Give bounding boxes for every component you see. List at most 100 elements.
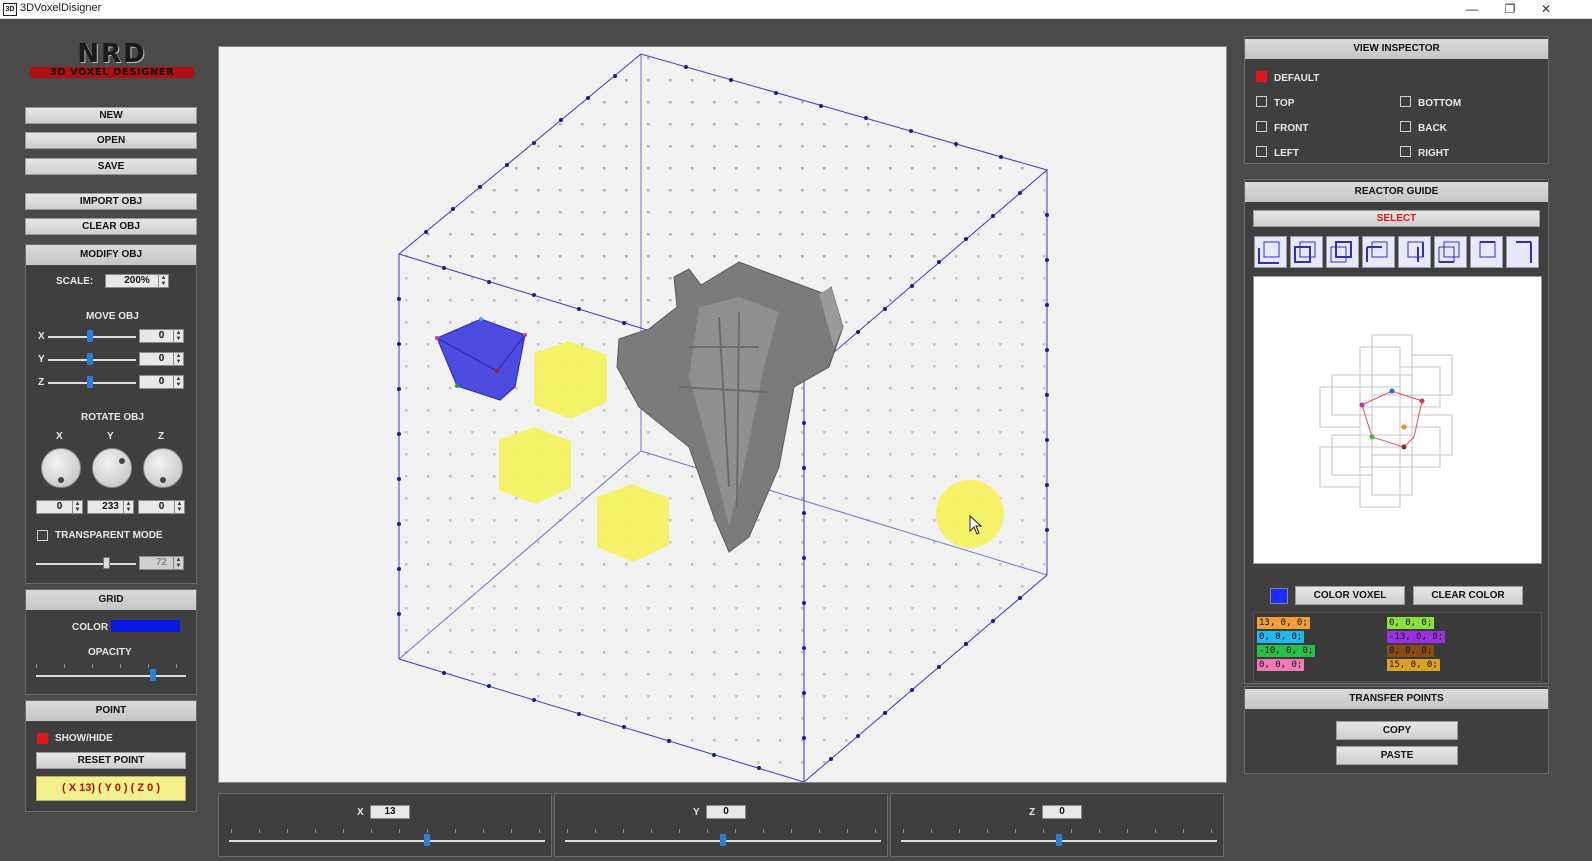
paste-button[interactable]: PASTE [1336,746,1458,765]
face-icon[interactable] [1506,236,1539,268]
move-x-value: 0 [158,330,165,341]
x-axis-thumb[interactable] [424,834,430,846]
y-axis-value[interactable]: 0 [706,805,746,819]
select-button[interactable]: SELECT [1253,210,1540,227]
grid-opacity-label: OPACITY [88,647,132,658]
show-hide-label: SHOW/HIDE [55,733,113,744]
face-icon[interactable] [1362,236,1395,268]
point-panel: POINT SHOW/HIDE RESET POINT ( X 13) ( Y … [25,700,197,812]
spin-arrows-icon[interactable]: ▲ ▼ [72,501,82,513]
spin-arrows-icon[interactable]: ▲ ▼ [173,330,183,342]
face-icon[interactable] [1398,236,1431,268]
coordinate-entry: 0, 0, 0; [1387,617,1435,629]
rotate-y-spinbox[interactable]: 233 ▲ ▼ [87,500,134,514]
rotate-z-value: 0 [158,501,165,512]
view-left-checkbox[interactable] [1256,146,1267,157]
spin-arrows-icon[interactable]: ▲ ▼ [173,557,183,569]
rotate-y-dial[interactable] [92,448,132,488]
view-bottom-label: BOTTOM [1418,98,1462,109]
clear-color-button[interactable]: CLEAR COLOR [1413,586,1523,605]
modify-obj-header[interactable]: MODIFY OBJ [26,245,196,265]
face-icon[interactable] [1290,236,1323,268]
minimize-button[interactable]: — [1454,0,1490,18]
face-icon[interactable] [1470,236,1503,268]
z-axis-ticks [903,829,1213,833]
voxel-grid-canvas[interactable] [219,47,1226,782]
3d-viewport[interactable] [218,46,1227,783]
grid-color-label: COLOR [72,622,109,633]
x-axis-label: X [357,807,364,818]
close-button[interactable]: ✕ [1528,0,1564,18]
move-x-thumb[interactable] [87,330,93,342]
rotate-z-spinbox[interactable]: 0 ▲ ▼ [138,500,185,514]
transparent-mode-checkbox[interactable] [37,530,48,541]
move-z-thumb[interactable] [87,376,93,388]
open-button[interactable]: OPEN [25,132,197,149]
view-back-label: BACK [1418,123,1447,134]
voxel-color-swatch[interactable] [1270,588,1288,604]
spin-arrows-icon[interactable]: ▲ ▼ [174,501,184,513]
cube-face-toolbar [1254,236,1544,268]
app-icon: 3D [3,3,17,16]
view-front-label: FRONT [1274,123,1309,134]
face-icon[interactable] [1254,236,1287,268]
move-z-value: 0 [158,376,165,387]
grid-color-swatch[interactable] [111,620,180,632]
app-area: NRD 3D VOXEL DESIGNER NEW OPEN SAVE IMPO… [0,19,1592,861]
spin-arrows-icon[interactable]: ▲ ▼ [173,376,183,388]
restore-button[interactable]: ❐ [1492,0,1528,18]
x-axis-panel: X 13 [218,793,552,857]
y-axis-thumb[interactable] [720,834,726,846]
logo-subtitle: 3D VOXEL DESIGNER [30,67,194,78]
color-voxel-button[interactable]: COLOR VOXEL [1295,586,1405,605]
rotate-x-value: 0 [56,501,63,512]
grid-opacity-thumb[interactable] [150,669,156,681]
reset-point-button[interactable]: RESET POINT [36,752,186,769]
new-button[interactable]: NEW [25,107,197,124]
import-obj-button[interactable]: IMPORT OBJ [25,193,197,210]
view-bottom-checkbox[interactable] [1400,96,1411,107]
view-front-checkbox[interactable] [1256,121,1267,132]
face-icon[interactable] [1326,236,1359,268]
point-y: ( Y 0 ) [98,782,128,794]
transparency-spinbox[interactable]: 72 ▲ ▼ [139,556,184,570]
x-axis-slider[interactable] [229,840,545,842]
clear-obj-button[interactable]: CLEAR OBJ [25,218,197,235]
rotate-z-dial[interactable] [143,448,183,488]
z-axis-thumb[interactable] [1056,834,1062,846]
move-x-spinbox[interactable]: 0 ▲ ▼ [139,329,184,343]
view-right-checkbox[interactable] [1400,146,1411,157]
move-z-spinbox[interactable]: 0 ▲ ▼ [139,375,184,389]
modify-obj-panel: MODIFY OBJ SCALE: 200% ▲ ▼ MOVE OBJ X 0 ▲ ▼ … [25,244,197,584]
view-top-checkbox[interactable] [1256,96,1267,107]
reactor-preview[interactable] [1253,276,1542,564]
rotate-y-label: Y [107,431,114,442]
spin-arrows-icon[interactable]: ▲ ▼ [123,501,133,513]
show-hide-checkbox[interactable] [37,733,48,744]
rotate-x-dial[interactable] [41,448,81,488]
spin-arrows-icon[interactable]: ▲ ▼ [173,353,183,365]
transparency-thumb[interactable] [103,557,110,569]
view-inspector-panel: VIEW INSPECTOR DEFAULT TOP BOTTOM FRONT … [1244,36,1549,164]
move-y-spinbox[interactable]: 0 ▲ ▼ [139,352,184,366]
view-default-label: DEFAULT [1274,73,1320,84]
z-axis-value[interactable]: 0 [1042,805,1082,819]
x-axis-value[interactable]: 13 [370,805,410,819]
move-z-label: Z [38,377,45,388]
opacity-ticks [36,664,186,668]
transparency-slider[interactable] [36,563,136,565]
view-back-checkbox[interactable] [1400,121,1411,132]
move-y-thumb[interactable] [87,353,93,365]
copy-button[interactable]: COPY [1336,721,1458,740]
voxel-neighborhood-preview [1319,334,1453,508]
save-button[interactable]: SAVE [25,158,197,175]
view-default-checkbox[interactable] [1256,71,1267,82]
rotate-obj-label: ROTATE OBJ [81,412,144,423]
transfer-points-panel: TRANSFER POINTS COPY PASTE [1244,686,1549,774]
scale-spinbox[interactable]: 200% ▲ ▼ [105,274,169,288]
face-icon[interactable] [1434,236,1467,268]
z-axis-label: Z [1029,807,1036,818]
spin-arrows-icon[interactable]: ▲ ▼ [158,275,168,287]
grid-opacity-slider[interactable] [36,675,186,677]
rotate-x-spinbox[interactable]: 0 ▲ ▼ [36,500,83,514]
